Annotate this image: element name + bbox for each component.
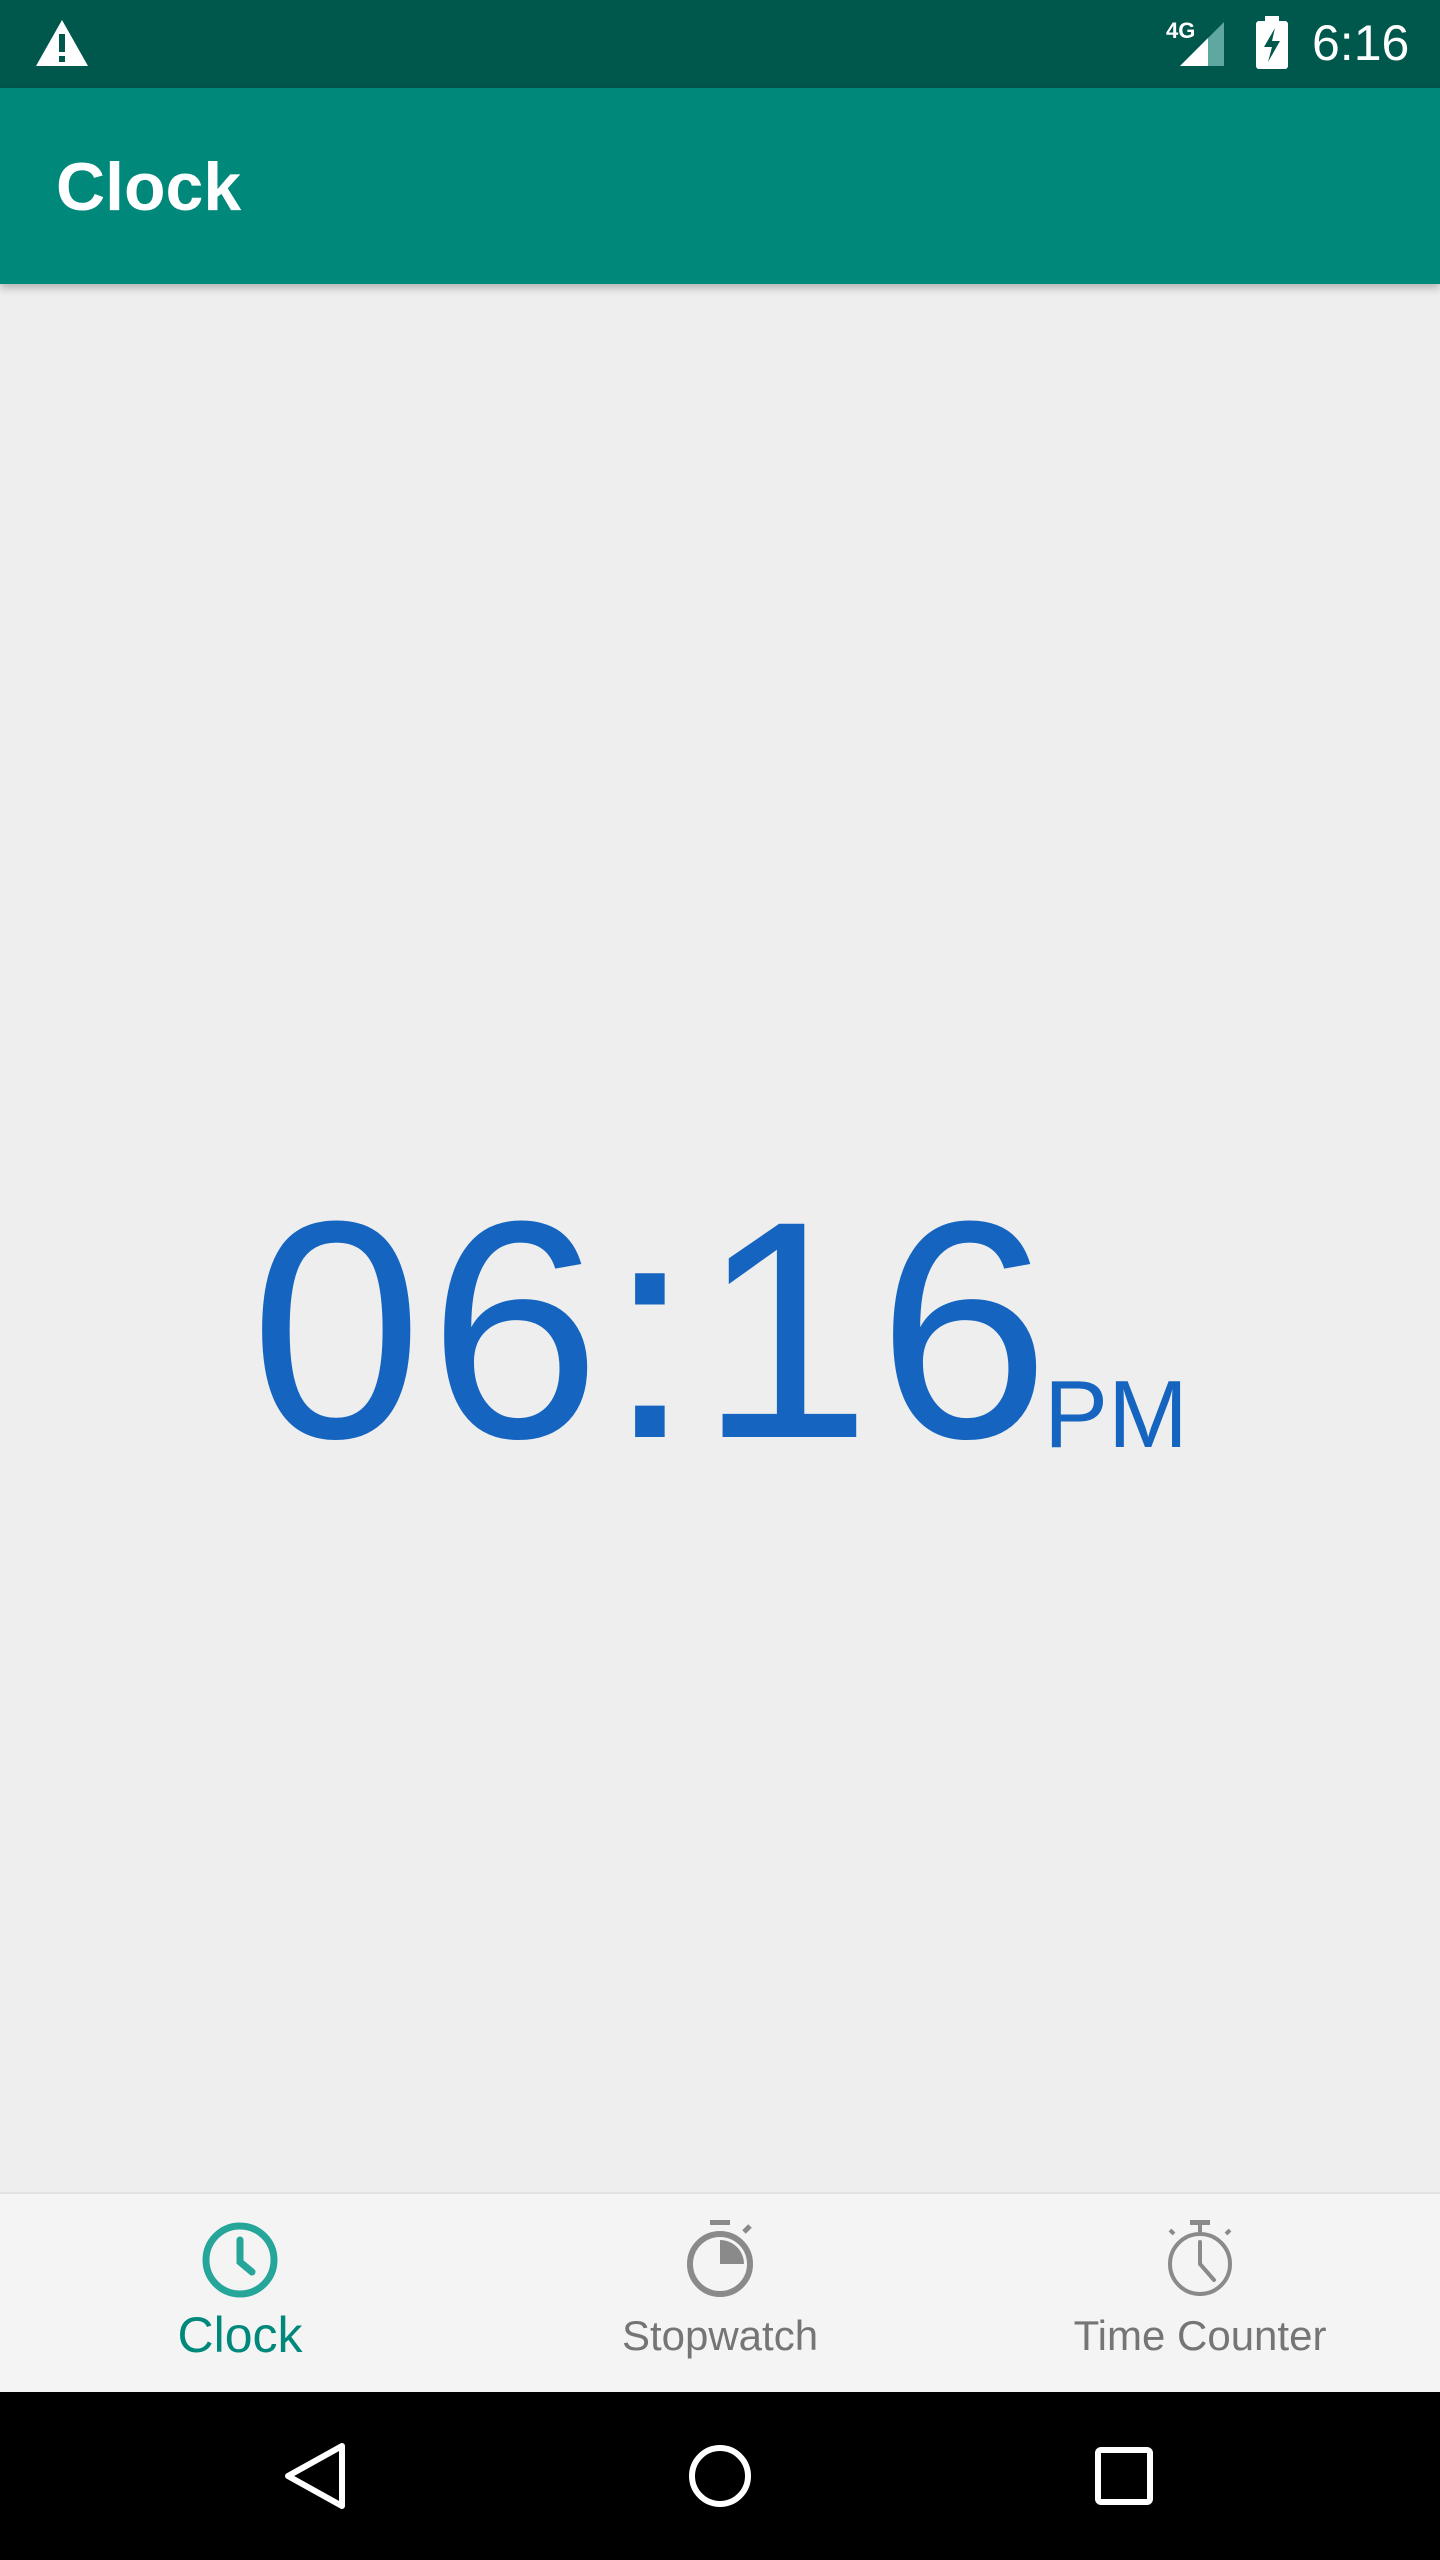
signal-icon bbox=[1180, 22, 1224, 66]
back-icon[interactable] bbox=[276, 2436, 356, 2516]
system-navigation-bar bbox=[0, 2392, 1440, 2560]
clock-display: 06:16 PM bbox=[0, 1160, 1440, 1500]
tab-time-counter-label: Time Counter bbox=[1073, 2312, 1327, 2359]
tab-clock[interactable]: Clock bbox=[0, 2194, 480, 2394]
tab-time-counter[interactable]: Time Counter bbox=[960, 2194, 1440, 2394]
status-time: 6:16 bbox=[1312, 15, 1410, 71]
tab-stopwatch[interactable]: Stopwatch bbox=[480, 2194, 960, 2394]
status-bar: 4G 6:16 bbox=[0, 0, 1440, 88]
warning-icon bbox=[36, 20, 88, 66]
tab-clock-label: Clock bbox=[177, 2307, 303, 2363]
timer-icon bbox=[1168, 2220, 1232, 2296]
clock-icon bbox=[202, 2222, 278, 2298]
page-title: Clock bbox=[56, 149, 242, 225]
tab-stopwatch-label: Stopwatch bbox=[621, 2312, 819, 2359]
stopwatch-icon bbox=[687, 2220, 753, 2297]
recents-icon[interactable] bbox=[1084, 2436, 1164, 2516]
bottom-navigation: Clock Stopwatch Time Counter bbox=[0, 2192, 1440, 2394]
current-time: 06:16 bbox=[250, 1156, 1056, 1503]
battery-charging-icon bbox=[1256, 16, 1288, 69]
app-bar: Clock bbox=[0, 88, 1440, 284]
home-icon[interactable] bbox=[680, 2436, 760, 2516]
time-period: PM bbox=[1044, 1361, 1188, 1468]
